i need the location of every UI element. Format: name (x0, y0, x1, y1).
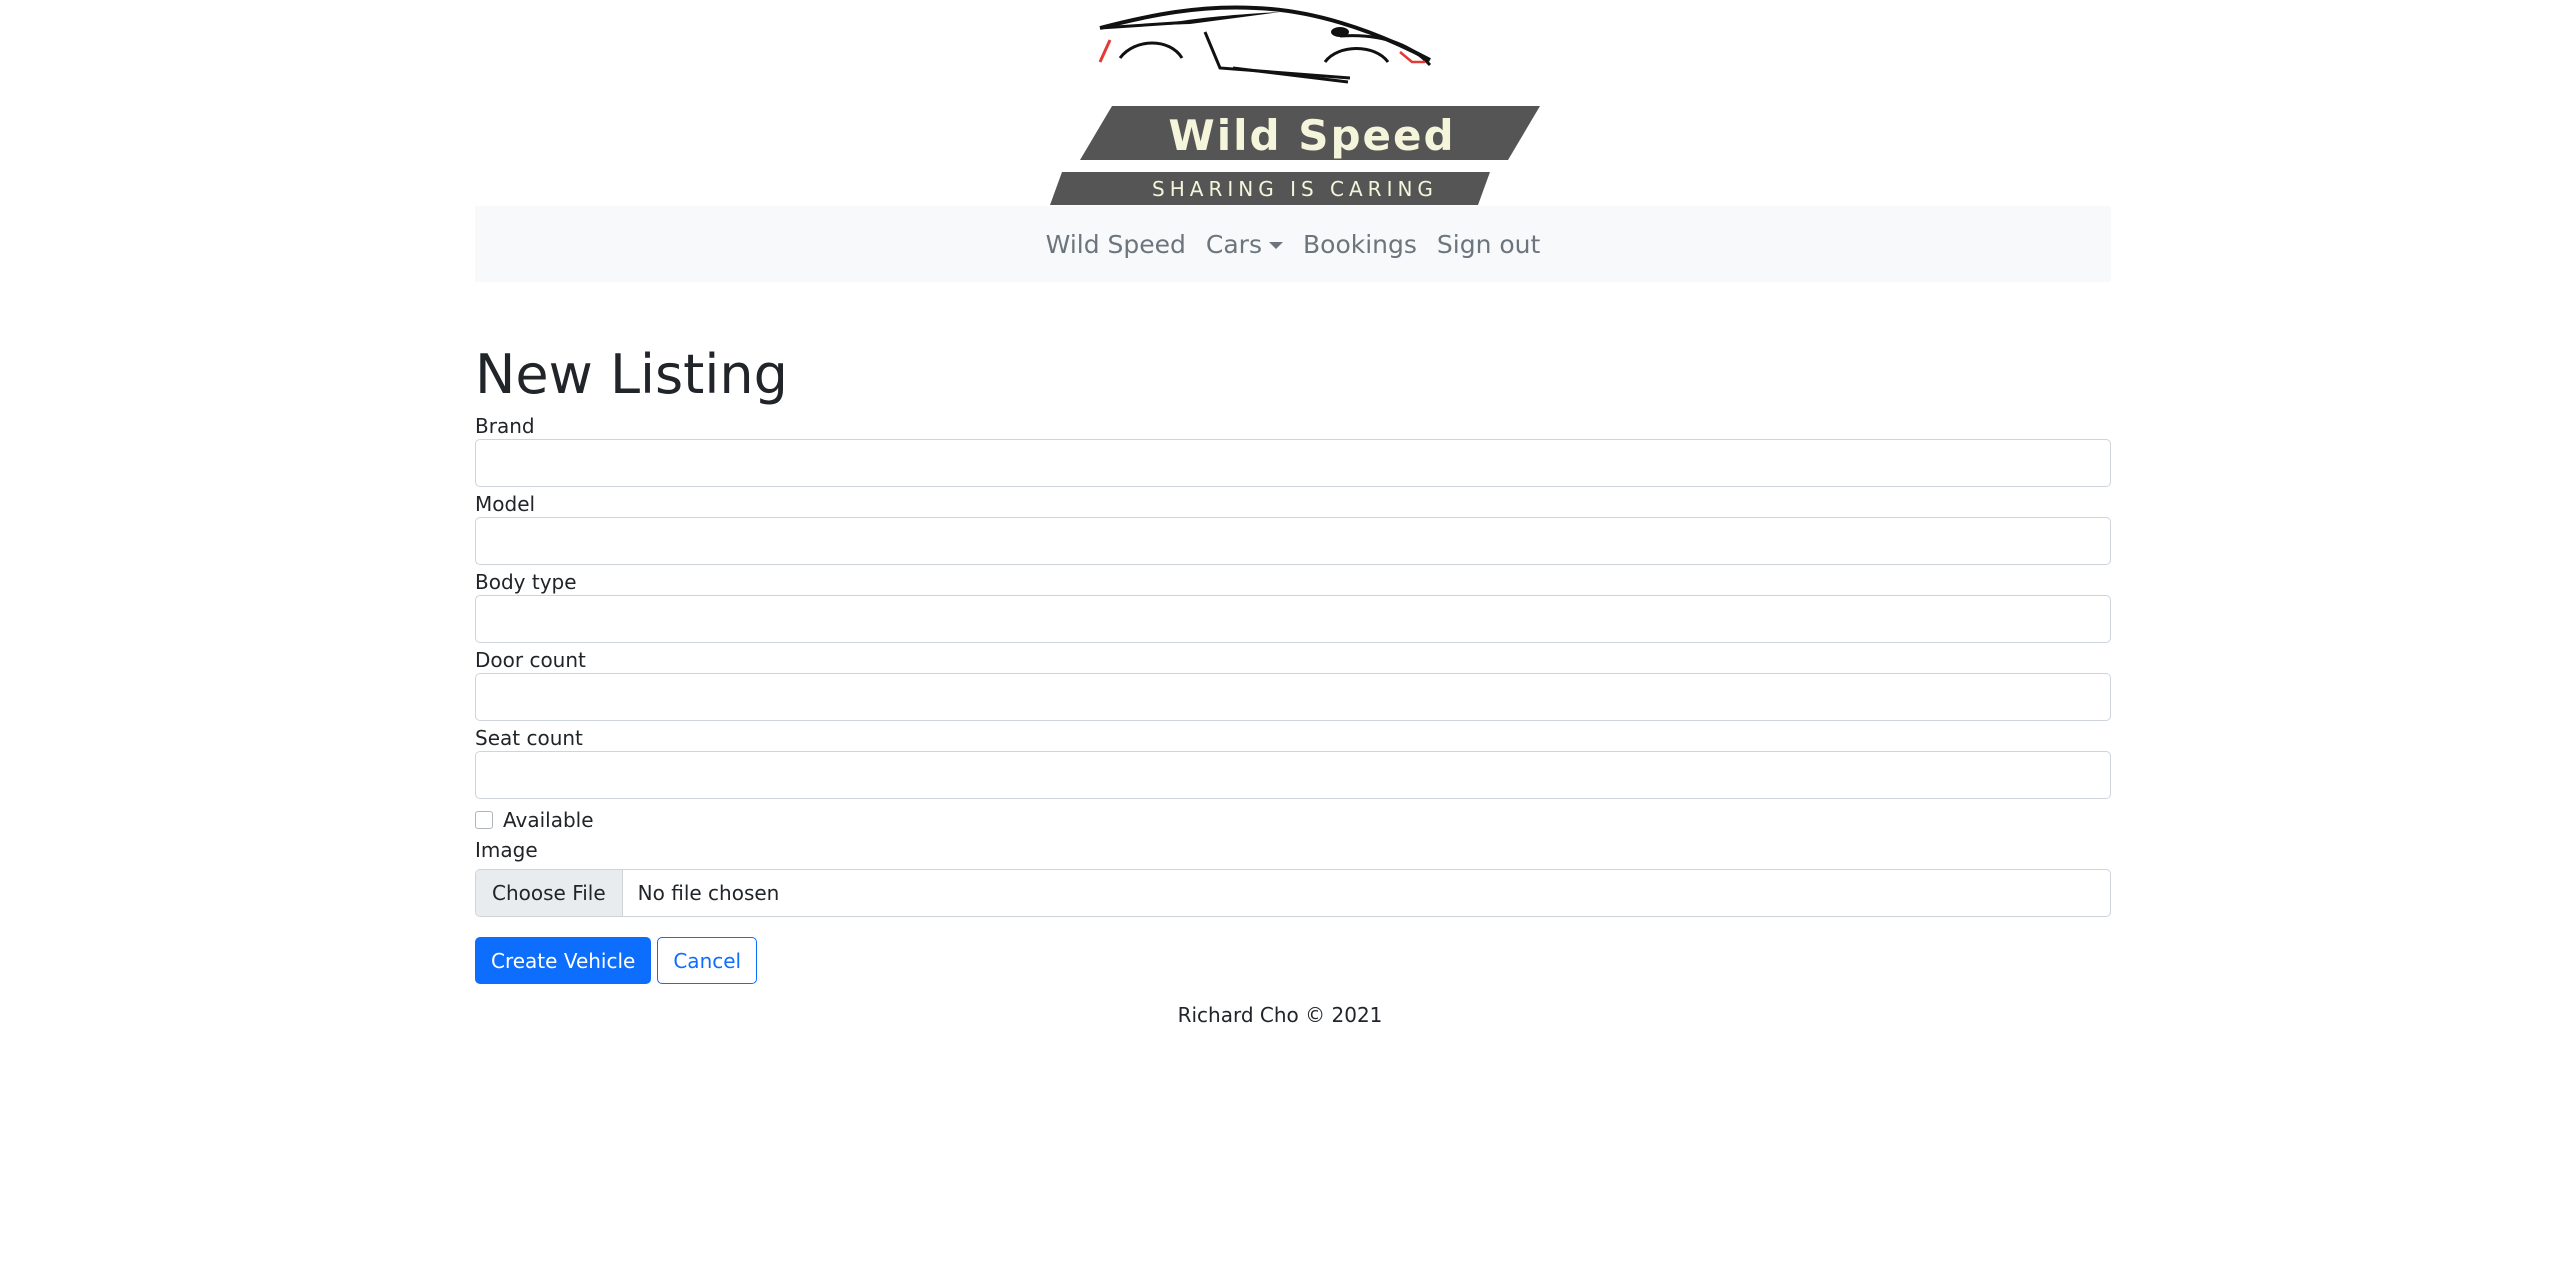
nav-bookings-label: Bookings (1303, 229, 1417, 259)
nav-cars-dropdown[interactable]: Cars (1206, 230, 1283, 259)
body-type-input[interactable] (475, 595, 2111, 643)
door-count-input[interactable] (475, 673, 2111, 721)
form-actions: Create Vehicle Cancel (475, 937, 2111, 984)
seat-count-input[interactable] (475, 751, 2111, 799)
brand-input[interactable] (475, 439, 2111, 487)
nav-brand-link[interactable]: Wild Speed (1046, 230, 1186, 259)
nav-cars-label: Cars (1205, 229, 1262, 259)
available-row: Available (475, 803, 2111, 837)
new-listing-form: New Listing Brand Model Body type Door c… (475, 343, 2111, 984)
caret-down-icon (1269, 241, 1283, 249)
door-count-label: Door count (475, 648, 586, 672)
create-vehicle-button[interactable]: Create Vehicle (475, 937, 652, 984)
body-type-label: Body type (475, 570, 577, 594)
nav-sign-out-link[interactable]: Sign out (1437, 230, 1540, 259)
main-navbar: Wild Speed Cars Bookings Sign out (475, 206, 2111, 282)
seat-count-label: Seat count (475, 726, 583, 750)
choose-file-button[interactable]: Choose File (476, 870, 623, 916)
image-label: Image (475, 838, 538, 862)
logo-tagline: SHARING IS CARING (1152, 177, 1438, 201)
nav-bookings-link[interactable]: Bookings (1303, 230, 1417, 259)
nav-brand-label: Wild Speed (1045, 229, 1186, 259)
page-title: New Listing (475, 343, 788, 406)
available-checkbox[interactable] (475, 811, 493, 829)
available-label: Available (503, 808, 594, 832)
site-logo[interactable]: Wild Speed SHARING IS CARING (1040, 0, 1540, 205)
brand-label: Brand (475, 414, 535, 438)
footer-text: Richard Cho © 2021 (1177, 1003, 1383, 1027)
model-label: Model (475, 492, 536, 516)
model-input[interactable] (475, 517, 2111, 565)
car-logo-icon: Wild Speed SHARING IS CARING (1050, 5, 1540, 205)
image-file-input[interactable]: Choose File No file chosen (475, 869, 2111, 917)
logo-title: Wild Speed (1168, 111, 1455, 160)
nav-sign-out-label: Sign out (1436, 229, 1541, 259)
cancel-button[interactable]: Cancel (657, 937, 758, 984)
file-status-text: No file chosen (637, 881, 780, 905)
